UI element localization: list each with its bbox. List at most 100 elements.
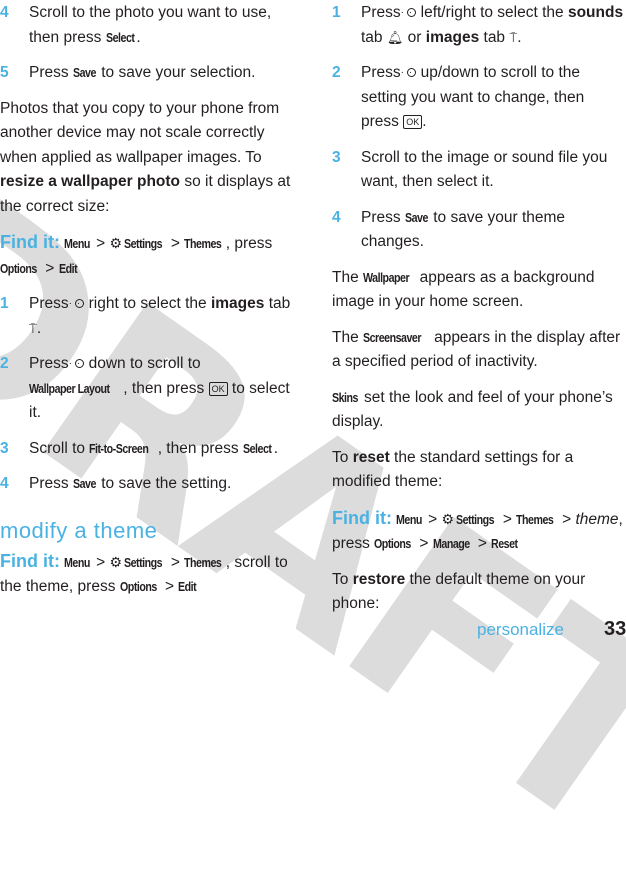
step-text: . bbox=[136, 28, 141, 46]
bell-icon: 🔔︎ bbox=[386, 29, 404, 45]
bold-text: sounds bbox=[567, 4, 624, 21]
step-text: Press bbox=[361, 4, 401, 21]
settings-gear-icon: ⚙ bbox=[109, 553, 123, 570]
step-item: 3 Scroll to the image or sound file you … bbox=[332, 146, 626, 195]
settings-key: Settings bbox=[124, 236, 163, 251]
step-item: 4 Press Save to save the setting. bbox=[0, 472, 296, 497]
find-it-path: Find it: Menu > ⚙ Settings > Themes, pres… bbox=[0, 230, 296, 281]
step-text: , then press bbox=[157, 439, 243, 457]
step-text: Press bbox=[361, 64, 401, 81]
themes-key: Themes bbox=[184, 554, 222, 570]
theme-placeholder: theme bbox=[575, 510, 619, 528]
step-item: 2 Press down to scroll to Wallpaper Layou… bbox=[0, 352, 296, 426]
left-column: 4 Scroll to the photo you want to use, t… bbox=[0, 0, 296, 611]
find-it-label: Find it: bbox=[332, 507, 392, 528]
paragraph-text: To bbox=[332, 570, 353, 588]
key-label: Screensaver bbox=[363, 329, 422, 345]
step-item: 3 Scroll to Fit-to-Screen , then press Se… bbox=[0, 437, 296, 462]
path-text: , press bbox=[225, 235, 273, 252]
key-label: Select bbox=[242, 440, 272, 456]
menu-key: Menu bbox=[64, 554, 91, 570]
step-text: Press bbox=[29, 64, 73, 81]
settings-gear-icon: ⚙ bbox=[109, 235, 123, 251]
menu-key: Menu bbox=[64, 236, 91, 251]
step-number: 3 bbox=[332, 148, 341, 166]
bold-text: images bbox=[210, 295, 265, 312]
step-text: . bbox=[517, 28, 522, 46]
step-number: 4 bbox=[0, 4, 9, 21]
options-key: Options bbox=[374, 536, 412, 551]
step-item: 2 Pressup/down to scroll to the setting … bbox=[332, 61, 626, 135]
settings-key: Settings bbox=[456, 511, 495, 527]
reset-key: Reset bbox=[491, 536, 518, 551]
footer-section-label: personalize bbox=[477, 620, 564, 639]
step-number: 1 bbox=[0, 295, 9, 312]
step-item: 5 Press Save to save your selection. bbox=[0, 61, 296, 86]
bold-text: images bbox=[425, 28, 480, 46]
step-number: 2 bbox=[332, 64, 341, 81]
paragraph-text: set the look and feel of your phone’s di… bbox=[332, 388, 613, 431]
right-column: 1 Press left/right to select the sounds t… bbox=[332, 0, 626, 628]
navigation-key-icon bbox=[69, 352, 86, 377]
ok-key-icon: OK bbox=[208, 381, 228, 396]
page-number: 33 bbox=[604, 618, 626, 640]
key-label: Select bbox=[105, 29, 135, 45]
step-number: 2 bbox=[0, 355, 9, 372]
themes-key: Themes bbox=[516, 511, 554, 527]
restore-paragraph: To restore the default theme on your pho… bbox=[332, 568, 626, 617]
step-item: 1 Press right to select the images tab ⍑. bbox=[0, 292, 296, 341]
step-text: Press bbox=[29, 355, 69, 372]
paragraph-text: To bbox=[332, 448, 353, 466]
step-text: tab bbox=[264, 295, 291, 312]
step-item: 4 Scroll to the photo you want to use, t… bbox=[0, 1, 296, 50]
step-text: . bbox=[273, 439, 278, 457]
step-number: 3 bbox=[0, 439, 9, 457]
section-title: modify a theme bbox=[0, 517, 158, 543]
step-item: 1 Press left/right to select the sounds t… bbox=[332, 1, 626, 50]
bold-text: resize a wallpaper photo bbox=[0, 173, 181, 190]
step-text: right to select the bbox=[88, 295, 211, 312]
skins-paragraph: Skins set the look and feel of your phon… bbox=[332, 386, 626, 435]
paragraph-text: Photos that you copy to your phone from … bbox=[0, 99, 280, 166]
edit-key: Edit bbox=[58, 260, 78, 276]
paint-roller-icon: ⍑ bbox=[29, 320, 37, 336]
key-label: Skins bbox=[332, 389, 358, 405]
step-text: tab bbox=[479, 28, 510, 46]
screensaver-paragraph: The Screensaver appears in the display a… bbox=[332, 326, 626, 375]
settings-gear-icon: ⚙ bbox=[441, 510, 455, 527]
key-label: Wallpaper bbox=[363, 269, 410, 285]
step-number: 5 bbox=[0, 64, 9, 81]
find-it-path: Find it: Menu > ⚙ Settings > Themes > the… bbox=[332, 506, 626, 557]
step-text: , then press bbox=[123, 379, 209, 397]
step-text: tab bbox=[361, 28, 387, 46]
step-text: . bbox=[36, 319, 42, 337]
step-number: 4 bbox=[332, 208, 341, 226]
options-key: Options bbox=[0, 260, 37, 276]
edit-key: Edit bbox=[178, 579, 197, 594]
bold-text: restore bbox=[352, 570, 406, 588]
paragraph-text: The bbox=[332, 268, 364, 286]
navigation-key-icon bbox=[401, 61, 418, 86]
step-text: Press bbox=[29, 475, 73, 492]
key-label: Save bbox=[72, 476, 96, 491]
wallpaper-paragraph: The Wallpaper appears as a background im… bbox=[332, 266, 626, 315]
key-label: Save bbox=[72, 65, 96, 80]
step-text: to save the setting. bbox=[96, 475, 232, 492]
manage-key: Manage bbox=[432, 536, 470, 551]
step-text: Press bbox=[29, 295, 69, 312]
menu-key: Menu bbox=[396, 511, 423, 527]
step-text: . bbox=[422, 113, 427, 130]
step-text: down to scroll to bbox=[88, 355, 201, 372]
key-label: Save bbox=[404, 209, 428, 225]
find-it-label: Find it: bbox=[0, 232, 60, 252]
step-text: left/right to select the bbox=[420, 4, 568, 21]
step-text: Scroll to bbox=[29, 439, 90, 457]
options-key: Options bbox=[119, 579, 157, 594]
step-number: 4 bbox=[0, 475, 9, 492]
bold-text: reset bbox=[352, 448, 390, 466]
navigation-key-icon bbox=[401, 1, 418, 26]
paragraph-text: The bbox=[332, 328, 364, 346]
step-text: Scroll to the image or sound file you wa… bbox=[361, 148, 608, 191]
themes-key: Themes bbox=[184, 236, 222, 251]
step-text: Scroll to the photo you want to use, the… bbox=[29, 4, 272, 46]
